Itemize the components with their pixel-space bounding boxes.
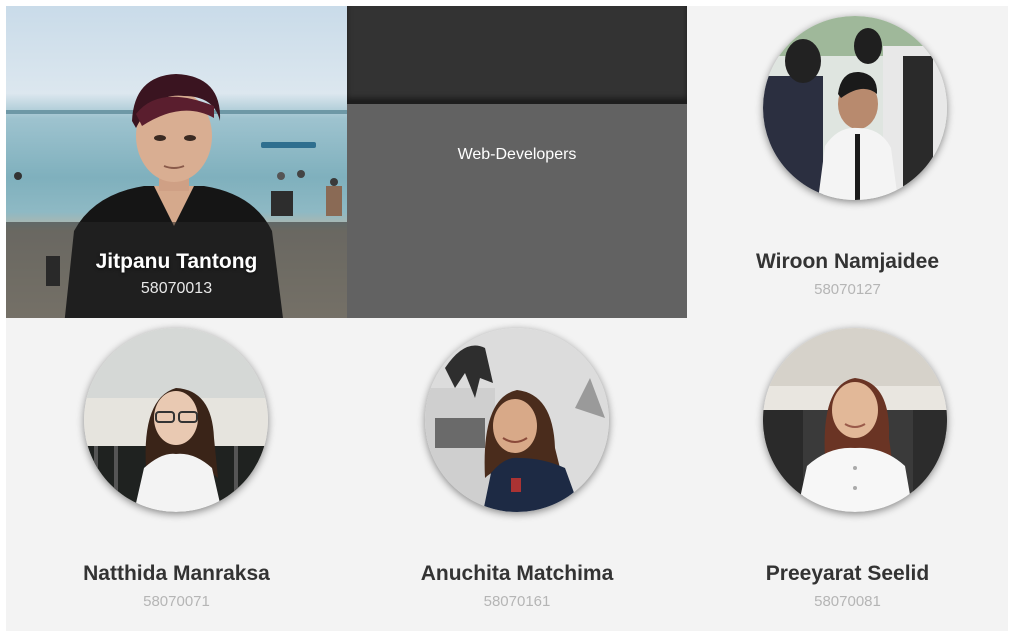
member-card[interactable]: Preeyarat Seelid 58070081 xyxy=(687,318,1008,630)
member-avatar[interactable] xyxy=(763,328,947,512)
team-card-header xyxy=(347,6,687,102)
member-name: Preeyarat Seelid xyxy=(765,562,930,585)
member-card[interactable]: Natthida Manraksa 58070071 xyxy=(6,318,347,630)
team-grid: Jitpanu Tantong 58070013 Web-Developers xyxy=(6,6,1008,631)
person-photo-icon xyxy=(425,328,609,512)
featured-member-id: 58070013 xyxy=(140,280,213,297)
member-id: 58070071 xyxy=(143,593,210,610)
featured-member-name: Jitpanu Tantong xyxy=(95,250,258,273)
member-id: 58070161 xyxy=(483,593,551,610)
member-avatar[interactable] xyxy=(763,16,947,200)
member-avatar[interactable] xyxy=(425,328,609,512)
team-label: Web-Developers xyxy=(457,146,577,163)
team-card-body xyxy=(347,102,687,318)
member-card[interactable]: Wiroon Namjaidee 58070127 xyxy=(687,6,1008,318)
member-name: Anuchita Matchima xyxy=(420,562,614,585)
member-name: Natthida Manraksa xyxy=(83,562,270,585)
person-photo-icon xyxy=(763,328,947,512)
person-photo-icon xyxy=(763,16,947,200)
person-photo-icon xyxy=(84,328,268,512)
member-name: Wiroon Namjaidee xyxy=(755,250,939,273)
member-avatar[interactable] xyxy=(84,328,268,512)
member-card[interactable]: Anuchita Matchima 58070161 xyxy=(347,318,687,630)
team-title-card: Web-Developers xyxy=(347,6,687,318)
featured-member-card[interactable]: Jitpanu Tantong 58070013 xyxy=(6,6,347,318)
member-id: 58070081 xyxy=(814,593,881,610)
member-id: 58070127 xyxy=(814,281,881,298)
